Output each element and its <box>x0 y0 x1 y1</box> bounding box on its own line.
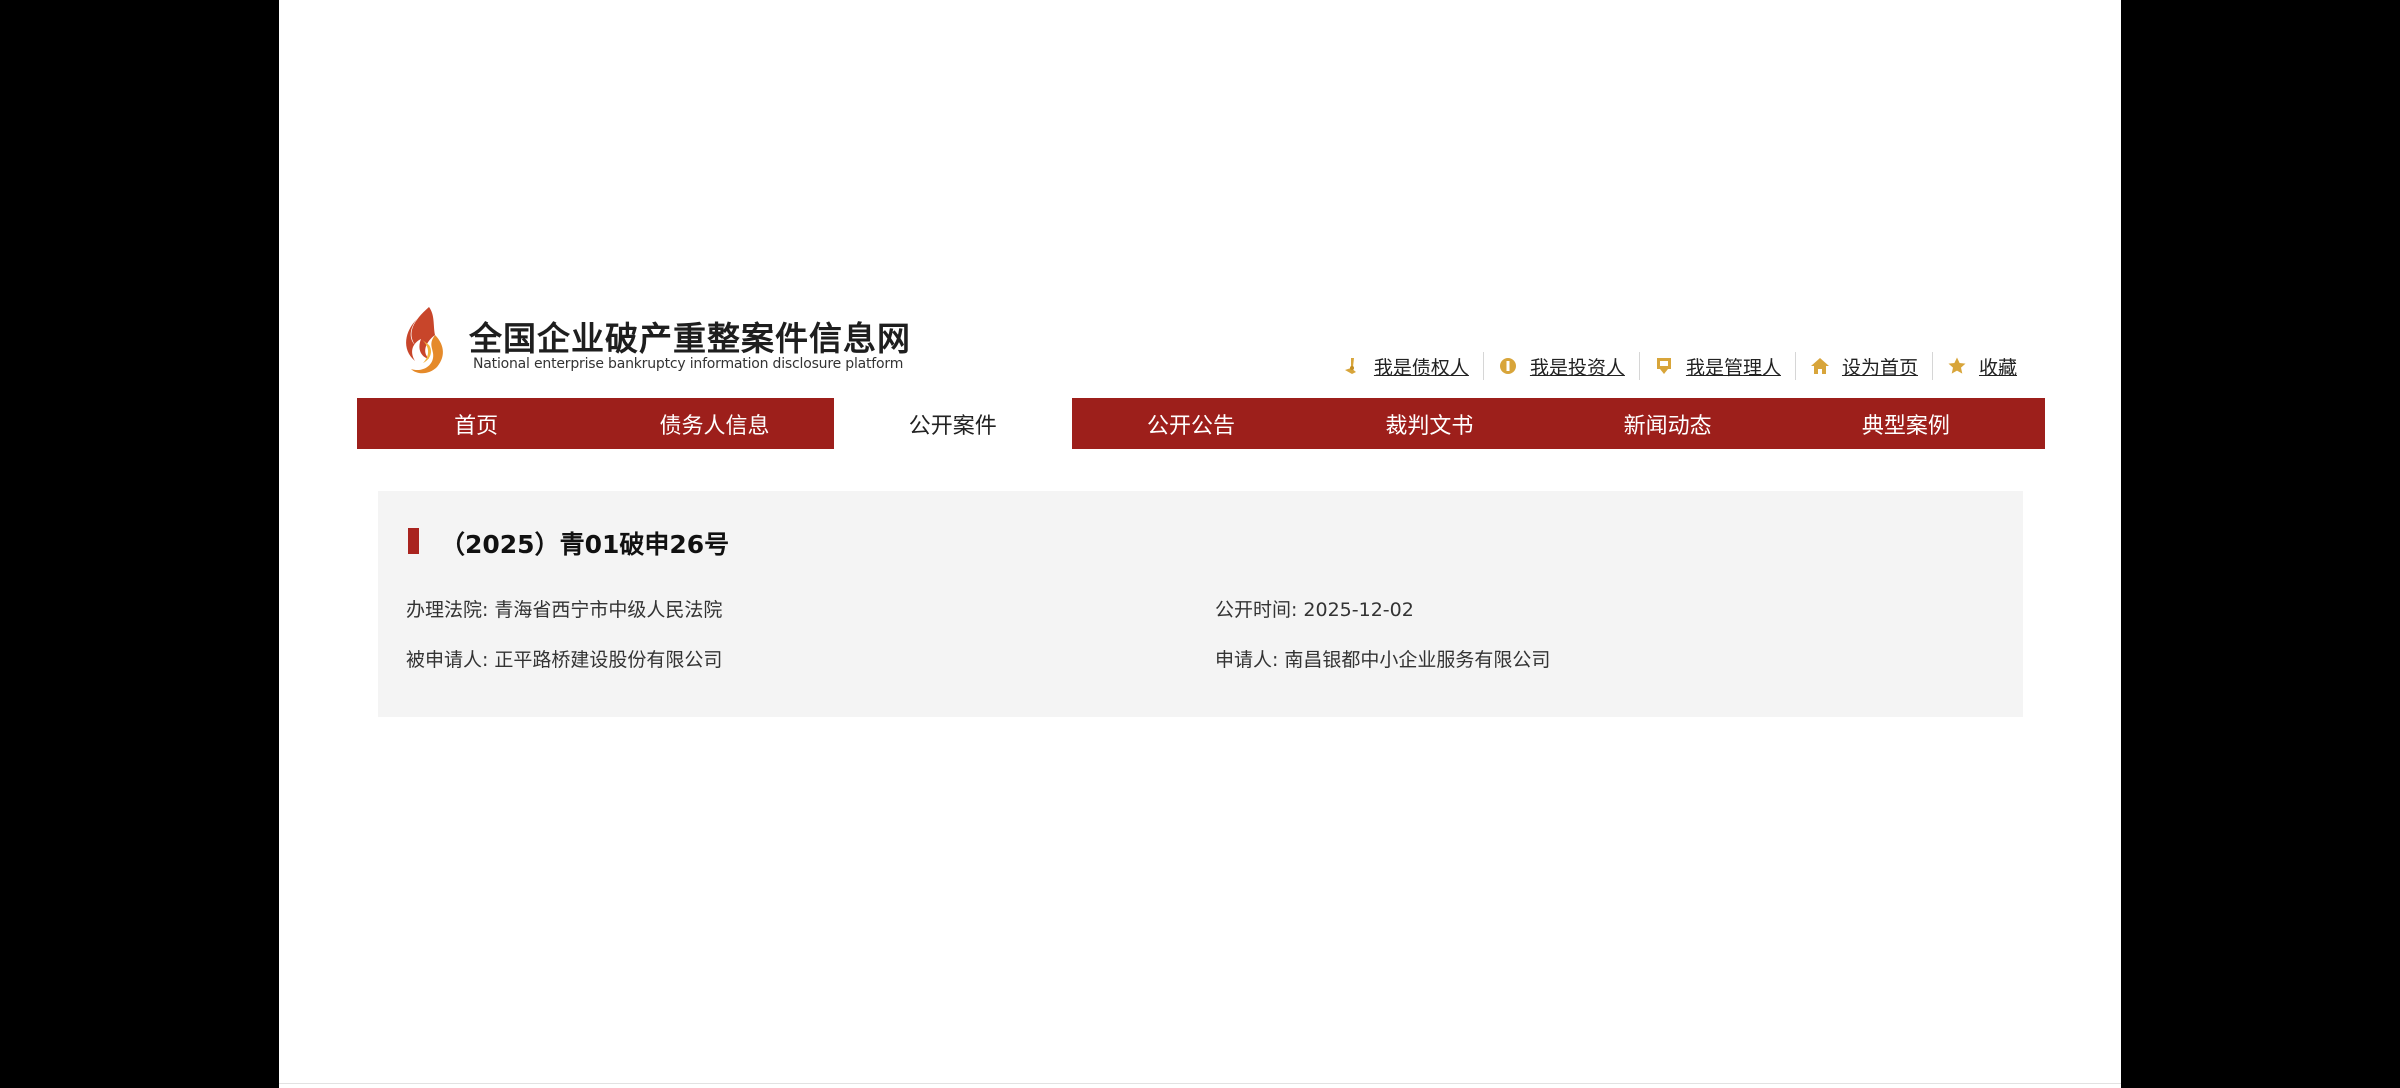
nav-item-debtor-info[interactable]: 债务人信息 <box>595 398 833 449</box>
respondent-label: 被申请人: <box>406 649 489 671</box>
nav-item-judgments[interactable]: 裁判文书 <box>1310 398 1548 449</box>
nav-item-news[interactable]: 新闻动态 <box>1548 398 1786 449</box>
site-title: 全国企业破产重整案件信息网 <box>469 319 911 358</box>
main-nav: 首页 债务人信息 公开案件 公开公告 裁判文书 新闻动态 典型案例 <box>357 398 2045 449</box>
badge-icon <box>1656 358 1671 374</box>
set-homepage-link[interactable]: 设为首页 <box>1794 352 1932 380</box>
case-card: （2025）青01破申26号 办理法院: 青海省西宁市中级人民法院 公开时间: 20… <box>378 491 2023 717</box>
court-field: 办理法院: 青海省西宁市中级人民法院 <box>406 595 722 622</box>
respondent-value: 正平路桥建设股份有限公司 <box>494 649 723 671</box>
flame-logo-icon <box>406 307 443 374</box>
set-homepage-link-label: 设为首页 <box>1841 356 1918 379</box>
favorite-link-label: 收藏 <box>1978 356 2017 379</box>
star-icon <box>1948 357 1966 374</box>
publish-date-field: 公开时间: 2025-12-02 <box>1215 595 1414 622</box>
page: 全国企业破产重整案件信息网 National enterprise bankru… <box>279 0 2121 1088</box>
title-marker <box>408 528 419 554</box>
site-subtitle: National enterprise bankruptcy informati… <box>473 356 904 372</box>
court-label: 办理法院: <box>406 599 489 621</box>
manager-link[interactable]: 我是管理人 <box>1638 352 1795 380</box>
court-value: 青海省西宁市中级人民法院 <box>494 599 723 621</box>
hand-pen-icon <box>1344 358 1356 374</box>
creditor-link-label: 我是债权人 <box>1373 356 1469 379</box>
publish-date-label: 公开时间: <box>1215 599 1298 621</box>
home-icon <box>1810 358 1829 374</box>
nav-item-home[interactable]: 首页 <box>357 398 595 449</box>
nav-item-typical-cases[interactable]: 典型案例 <box>1787 398 2025 449</box>
creditor-link[interactable]: 我是债权人 <box>1328 352 1483 380</box>
manager-link-label: 我是管理人 <box>1685 356 1781 379</box>
publish-date-value: 2025-12-02 <box>1303 599 1414 621</box>
favorite-link[interactable]: 收藏 <box>1931 352 2031 380</box>
case-number-title: （2025）青01破申26号 <box>440 530 730 559</box>
footer-divider <box>279 1083 2121 1084</box>
applicant-field: 申请人: 南昌银都中小企业服务有限公司 <box>1215 645 1550 672</box>
respondent-field: 被申请人: 正平路桥建设股份有限公司 <box>406 645 722 672</box>
applicant-value: 南昌银都中小企业服务有限公司 <box>1284 649 1551 671</box>
coin-icon <box>1499 358 1516 374</box>
investor-link[interactable]: 我是投资人 <box>1482 352 1639 380</box>
investor-link-label: 我是投资人 <box>1529 356 1625 379</box>
quick-links: 我是债权人 我是投资人 我是管理人 设为首页 收藏 <box>1328 352 2031 380</box>
applicant-label: 申请人: <box>1215 649 1279 671</box>
nav-item-public-notices[interactable]: 公开公告 <box>1072 398 1310 449</box>
nav-item-public-cases[interactable]: 公开案件 <box>833 398 1072 449</box>
